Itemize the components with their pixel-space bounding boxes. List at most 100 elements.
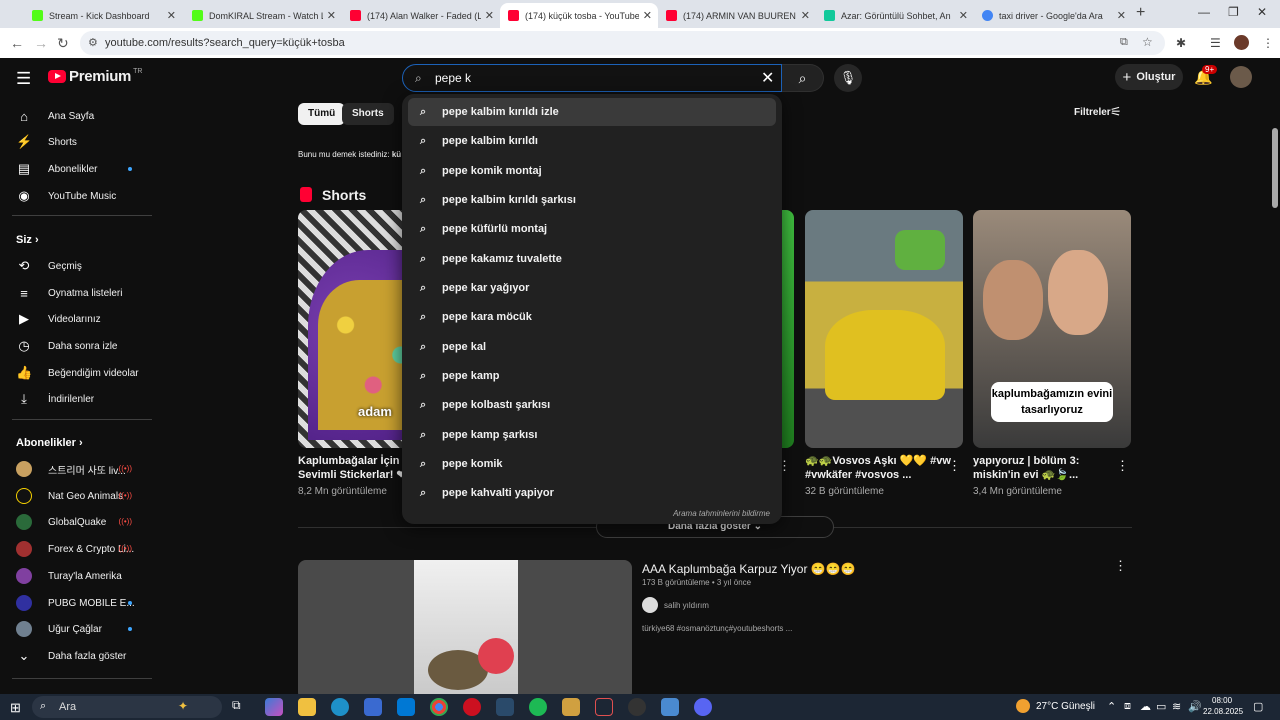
close-icon[interactable]: ✕ <box>959 9 968 22</box>
site-info-icon[interactable]: ⚙ <box>88 36 98 49</box>
more-options-icon[interactable]: ⋮ <box>1114 558 1127 574</box>
more-options-icon[interactable]: ⋮ <box>948 458 961 474</box>
sidebar-sub-channel[interactable]: 스트리머 사또 liv... ((•)) <box>16 458 146 480</box>
report-predictions-link[interactable]: Arama tahminlerini bildirme <box>673 509 770 518</box>
weather-text[interactable]: 27°C Güneşli <box>1036 701 1095 712</box>
opera-icon[interactable] <box>463 698 481 716</box>
suggestion-item[interactable]: ⌕ pepe küfürlü montaj <box>408 215 776 243</box>
task-view-icon[interactable]: ⧉ <box>232 698 250 716</box>
chevron-up-icon[interactable]: ⌃ <box>1107 700 1116 713</box>
tab-armin[interactable]: (174) ARMIN VAN BUUREN x V ✕ <box>658 3 816 28</box>
sidebar-item-your-videos[interactable]: ▶ Videolarınız <box>16 308 146 330</box>
channel-avatar[interactable] <box>642 597 658 613</box>
file-explorer-icon[interactable] <box>298 698 316 716</box>
suggestion-item[interactable]: ⌕ pepe kamp şarkısı <box>408 421 776 449</box>
did-you-mean-term[interactable]: kü <box>392 150 401 159</box>
sidebar-show-more[interactable]: ⌄ Daha fazla göster <box>16 645 146 667</box>
search-button[interactable]: ⌕ <box>782 64 824 92</box>
tab-kick-dashboard[interactable]: Stream - Kick Dashboard ✕ <box>24 3 182 28</box>
close-icon[interactable]: ✕ <box>643 9 652 22</box>
sidebar-you-header[interactable]: Siz › <box>16 234 39 246</box>
window-close-icon[interactable]: ✕ <box>1257 5 1267 19</box>
cloud-icon[interactable]: ☁ <box>1140 700 1151 713</box>
short-title[interactable]: 🐢🐢Vosvos Aşkı 💛💛 #vw #vwkäfer #vosvos ..… <box>805 454 955 482</box>
clock-time[interactable]: 08:00 <box>1212 696 1232 705</box>
bookmark-star-icon[interactable]: ☆ <box>1142 35 1153 49</box>
tab-google[interactable]: taxi driver - Google'da Ara ✕ <box>974 3 1132 28</box>
suggestion-item[interactable]: ⌕ pepe kamp <box>408 362 776 390</box>
sidebar-sub-channel[interactable]: PUBG MOBILE E... <box>16 592 146 614</box>
short-title[interactable]: yapıyoruz | bölüm 3: miskin'in evi 🐢🍃... <box>973 454 1113 482</box>
youtube-premium-logo[interactable]: Premium TR <box>48 68 142 85</box>
video-title[interactable]: AAA Kaplumbağa Karpuz Yiyor 😁😁😁 <box>642 562 856 576</box>
suggestion-item[interactable]: ⌕ pepe komik <box>408 450 776 478</box>
chrome-icon[interactable] <box>430 698 448 716</box>
network-icon[interactable]: ▭ <box>1156 700 1166 713</box>
sidebar-sub-channel[interactable]: Nat Geo Animals ((•)) <box>16 485 146 507</box>
wifi-icon[interactable]: ≋ <box>1172 700 1181 713</box>
account-avatar[interactable] <box>1230 66 1252 88</box>
page-scrollbar[interactable] <box>1272 128 1278 208</box>
suggestion-item[interactable]: ⌕ pepe kal <box>408 333 776 361</box>
sidebar-sub-channel[interactable]: Forex & Crypto Li... ((•)) <box>16 538 146 560</box>
reading-list-icon[interactable]: ☰ <box>1210 36 1221 50</box>
sidebar-item-history[interactable]: ⟲ Geçmiş <box>16 255 146 277</box>
chip-all[interactable]: Tümü <box>298 103 346 125</box>
filters-button[interactable]: Filtreler <box>1074 107 1111 118</box>
close-icon[interactable]: ✕ <box>485 9 494 22</box>
minimize-icon[interactable]: — <box>1198 5 1210 19</box>
edge-icon[interactable] <box>331 698 349 716</box>
suggestion-item[interactable]: ⌕ pepe kalbim kırıldı <box>408 127 776 155</box>
maximize-icon[interactable]: ❐ <box>1228 5 1239 19</box>
steam-icon[interactable] <box>496 698 514 716</box>
sidebar-sub-channel[interactable]: GlobalQuake ((•)) <box>16 511 146 533</box>
close-icon[interactable]: ✕ <box>801 9 810 22</box>
windows-start-icon[interactable]: ⊞ <box>10 700 21 716</box>
search-box[interactable]: ⌕ ✕ <box>402 64 782 92</box>
close-icon[interactable]: ✕ <box>1117 9 1126 22</box>
short-thumbnail[interactable] <box>805 210 963 448</box>
filters-icon[interactable]: ⚟ <box>1110 104 1122 120</box>
create-button[interactable]: + Oluştur <box>1115 64 1183 90</box>
extensions-icon[interactable]: ✱ <box>1176 36 1186 50</box>
sidebar-item-liked-videos[interactable]: 👍 Beğendiğim videolar <box>16 362 146 384</box>
tab-alan-walker[interactable]: (174) Alan Walker - Faded (Lyric ✕ <box>342 3 500 28</box>
back-icon[interactable]: ← <box>10 35 24 51</box>
discord-icon[interactable] <box>694 698 712 716</box>
notifications-icon[interactable]: ▢ <box>1253 700 1263 713</box>
copilot-icon[interactable] <box>265 698 283 716</box>
suggestion-item[interactable]: ⌕ pepe kahvalti yapiyor <box>408 479 776 507</box>
hamburger-menu-icon[interactable]: ☰ <box>16 69 31 89</box>
suggestion-item[interactable]: ⌕ pepe kara möcük <box>408 303 776 331</box>
app-icon[interactable] <box>628 698 646 716</box>
spotify-icon[interactable] <box>529 698 547 716</box>
sidebar-subscriptions-header[interactable]: Abonelikler › <box>16 437 83 449</box>
close-icon[interactable]: ✕ <box>167 9 176 22</box>
new-tab-icon[interactable]: + <box>1136 4 1145 22</box>
sidebar-item-subscriptions[interactable]: ▤ Abonelikler <box>16 158 146 180</box>
short-thumbnail[interactable]: kaplumbağamızın evini tasarlıyoruz <box>973 210 1131 448</box>
tab-kucuk-tosba[interactable]: (174) küçük tosba - YouTube ✕ <box>500 3 658 28</box>
suggestion-item[interactable]: ⌕ pepe kakamız tuvalette <box>408 245 776 273</box>
outlook-icon[interactable] <box>397 698 415 716</box>
store-icon[interactable] <box>364 698 382 716</box>
tab-domkiral[interactable]: DomKIRAL Stream - Watch Live ✕ <box>184 3 342 28</box>
more-options-icon[interactable]: ⋮ <box>1116 458 1129 474</box>
tab-azar[interactable]: Azar: Görüntülü Sohbet, An ✕ <box>816 3 974 28</box>
sidebar-sub-channel[interactable]: Uğur Çağlar <box>16 618 146 640</box>
chip-shorts[interactable]: Shorts <box>342 103 394 125</box>
browser-menu-icon[interactable]: ⋮ <box>1262 36 1274 50</box>
profile-avatar[interactable] <box>1234 35 1249 50</box>
sidebar-item-downloads[interactable]: ⤓ İndirilenler <box>16 388 146 410</box>
sidebar-item-playlists[interactable]: ≡ Oynatma listeleri <box>16 282 146 304</box>
install-app-icon[interactable]: ⧉ <box>1120 36 1128 49</box>
omnibox[interactable]: ⚙ youtube.com/results?search_query=küçük… <box>80 31 1165 55</box>
clear-search-icon[interactable]: ✕ <box>761 68 774 88</box>
sidebar-item-home[interactable]: ⌂ Ana Sayfa <box>16 105 146 127</box>
app-icon[interactable] <box>661 698 679 716</box>
app-icon[interactable] <box>562 698 580 716</box>
app-icon[interactable] <box>595 698 613 716</box>
tray-app-icon[interactable]: ⧈ <box>1124 700 1131 713</box>
forward-icon[interactable]: → <box>34 35 48 51</box>
suggestion-item[interactable]: ⌕ pepe kalbim kırıldı şarkısı <box>408 186 776 214</box>
